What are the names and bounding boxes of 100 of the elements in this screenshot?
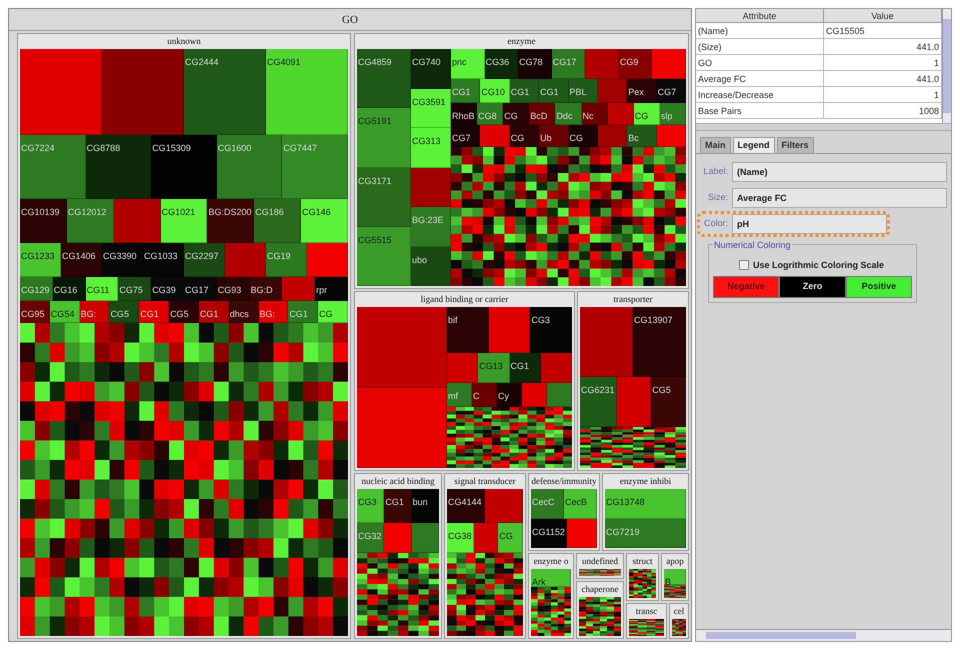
treemap-tile[interactable] xyxy=(225,243,266,277)
treemap-tile[interactable]: CG1 xyxy=(539,79,568,103)
treemap-tile[interactable]: CG7 xyxy=(656,79,686,103)
treemap-tile[interactable]: mf xyxy=(447,383,472,407)
color-scale-button[interactable]: Positive xyxy=(846,276,912,298)
treemap-tile[interactable]: CG7224 xyxy=(20,135,86,199)
treemap-tile[interactable]: Cy xyxy=(497,383,522,407)
treemap-tile[interactable]: CG8788 xyxy=(86,135,152,199)
treemap-tile[interactable]: RhoB xyxy=(451,103,478,125)
treemap-tile[interactable]: CG5 xyxy=(169,301,199,323)
tab[interactable]: Main xyxy=(700,137,731,153)
treemap-tile[interactable]: CG13748 xyxy=(605,489,686,518)
treemap-tile[interactable]: CG1 xyxy=(139,301,170,323)
treemap-tile[interactable] xyxy=(474,523,498,553)
treemap-tile[interactable]: CG7219 xyxy=(605,518,686,548)
column-header[interactable]: Attribute xyxy=(696,9,824,22)
treemap-tile[interactable]: PBL xyxy=(568,79,598,103)
treemap-tile[interactable] xyxy=(656,125,686,147)
treemap-tile[interactable]: BG:23E xyxy=(411,207,451,246)
treemap-tile[interactable]: CG1 xyxy=(198,301,229,323)
input-field[interactable]: Average FC xyxy=(732,188,947,208)
treemap-tile[interactable]: CG1 xyxy=(384,489,412,523)
treemap-tile[interactable]: BG: xyxy=(258,301,288,323)
treemap-tile[interactable]: C xyxy=(472,383,497,407)
treemap-tile[interactable]: BG: xyxy=(80,301,110,323)
splitter[interactable] xyxy=(696,123,951,131)
treemap-tile[interactable]: CG5 xyxy=(651,377,686,427)
treemap-tile[interactable]: CG1 xyxy=(288,301,318,323)
treemap-tile[interactable]: CG186 xyxy=(254,199,302,243)
treemap-tile[interactable] xyxy=(652,49,686,79)
treemap-tile[interactable] xyxy=(282,277,316,301)
treemap-tile[interactable]: CG3591 xyxy=(411,88,451,128)
treemap-tile[interactable] xyxy=(585,49,619,79)
treemap-tile[interactable]: CG39 xyxy=(151,277,184,301)
treemap-tile[interactable]: CG1 xyxy=(510,79,540,103)
treemap-tile[interactable]: B xyxy=(664,569,686,585)
treemap-tile[interactable] xyxy=(102,49,184,135)
treemap-tile[interactable]: CG5 xyxy=(109,301,140,323)
treemap-tile[interactable]: BG:DS200 xyxy=(207,199,254,243)
treemap-tile[interactable]: Nc xyxy=(582,103,608,125)
treemap-tile[interactable]: CG313 xyxy=(411,128,451,168)
treemap-tile[interactable]: CG78 xyxy=(518,49,552,79)
treemap-tile[interactable]: Ark xyxy=(531,569,571,587)
treemap-tile[interactable]: CG xyxy=(510,125,540,147)
treemap-tile[interactable] xyxy=(411,168,451,207)
treemap-tile[interactable]: CG8 xyxy=(477,103,504,125)
treemap-tile[interactable] xyxy=(480,125,510,147)
treemap-tile[interactable]: CG7 xyxy=(451,125,480,147)
treemap-tile[interactable]: dhcs xyxy=(228,301,258,323)
checkbox[interactable] xyxy=(739,260,749,270)
input-field[interactable]: (Name) xyxy=(732,162,947,182)
treemap-tile[interactable]: CG1600 xyxy=(216,135,282,199)
treemap-tile[interactable]: CG11 xyxy=(86,277,118,301)
treemap-tile[interactable]: CG xyxy=(634,103,660,125)
treemap-tile[interactable]: CG13907 xyxy=(633,307,686,377)
treemap-tile[interactable]: CG xyxy=(568,125,598,147)
treemap-tile[interactable]: bif xyxy=(447,307,489,353)
vertical-scrollbar[interactable] xyxy=(942,9,951,123)
treemap-tile[interactable]: CG38 xyxy=(447,523,474,553)
treemap-tile[interactable]: CG95 xyxy=(20,301,50,323)
color-scale-button[interactable]: Zero xyxy=(779,276,846,298)
treemap-tile[interactable]: rpr xyxy=(315,277,348,301)
treemap-tile[interactable]: CG3 xyxy=(357,489,384,523)
treemap-tile[interactable]: CG1 xyxy=(451,79,480,103)
treemap-tile[interactable] xyxy=(608,103,634,125)
treemap-tile[interactable]: pnc xyxy=(451,49,485,79)
treemap-tile[interactable] xyxy=(522,383,547,407)
treemap-tile[interactable]: CG16 xyxy=(52,277,86,301)
treemap-tile[interactable]: CG xyxy=(498,523,524,553)
treemap-tile[interactable]: CG9 xyxy=(618,49,652,79)
treemap-tile[interactable]: CG15309 xyxy=(151,135,217,199)
treemap-tile[interactable]: CG36 xyxy=(484,49,518,79)
treemap-tile[interactable]: CG3390 xyxy=(102,243,143,277)
treemap-tile[interactable]: CG2297 xyxy=(184,243,225,277)
treemap-tile[interactable] xyxy=(566,518,597,548)
treemap-tile[interactable]: CG10139 xyxy=(20,199,67,243)
treemap-tile[interactable]: CG5515 xyxy=(357,226,411,286)
treemap-tile[interactable]: CG75 xyxy=(118,277,152,301)
treemap-tile[interactable]: CecB xyxy=(564,489,597,518)
treemap-tile[interactable]: CG12012 xyxy=(66,199,114,243)
treemap-tile[interactable]: slp xyxy=(660,103,686,125)
treemap-tile[interactable]: CG xyxy=(503,103,530,125)
horizontal-scrollbar[interactable] xyxy=(696,629,951,641)
treemap-tile[interactable] xyxy=(485,489,523,523)
treemap-tile[interactable]: CG5191 xyxy=(357,108,411,168)
treemap-tile[interactable] xyxy=(20,49,102,135)
treemap-tile[interactable]: CG17 xyxy=(184,277,217,301)
tab[interactable]: Legend xyxy=(732,137,775,153)
treemap-tile[interactable] xyxy=(598,125,628,147)
treemap-tile[interactable]: CG32 xyxy=(357,523,384,553)
treemap-tile[interactable]: CG10 xyxy=(480,79,510,103)
treemap-tile[interactable]: CG19 xyxy=(266,243,307,277)
treemap-tile[interactable] xyxy=(447,353,478,383)
treemap-tile[interactable] xyxy=(412,523,439,553)
treemap-tile[interactable] xyxy=(357,388,447,468)
treemap-tile[interactable]: CecC xyxy=(531,489,564,518)
treemap-tile[interactable]: CG740 xyxy=(411,49,451,88)
treemap-tile[interactable] xyxy=(384,523,412,553)
treemap-tile[interactable]: CG1233 xyxy=(20,243,61,277)
treemap-tile[interactable]: CG93 xyxy=(216,277,250,301)
